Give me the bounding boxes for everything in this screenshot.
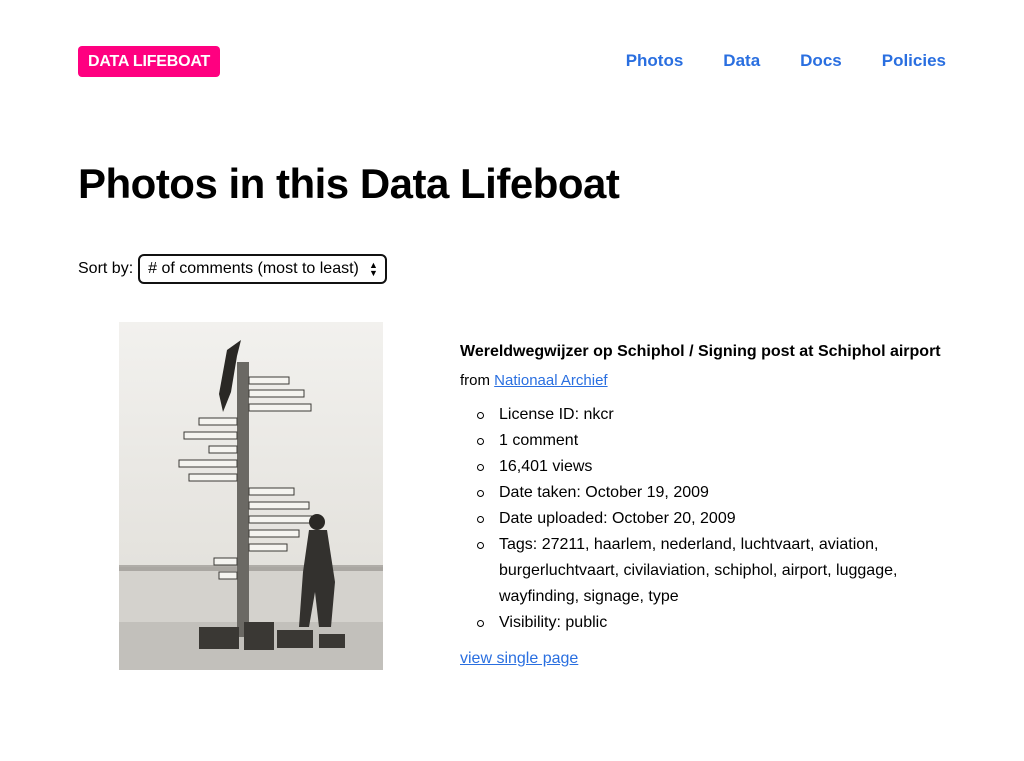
main-nav: Photos Data Docs Policies bbox=[626, 51, 946, 71]
logo-link[interactable]: DATA LIFEBOAT bbox=[78, 46, 221, 77]
comments-item: 1 comment bbox=[477, 428, 960, 454]
date-taken-item: Date taken: October 19, 2009 bbox=[477, 480, 960, 506]
date-uploaded-item: Date uploaded: October 20, 2009 bbox=[477, 506, 960, 532]
page: DATA LIFEBOAT Photos Data Docs Policies … bbox=[0, 0, 1024, 761]
sort-select[interactable]: # of comments (most to least) ▲ ▼ bbox=[138, 254, 387, 284]
views-item: 16,401 views bbox=[477, 454, 960, 480]
photo-metadata-list: License ID: nkcr 1 comment 16,401 views … bbox=[460, 402, 960, 636]
visibility-item: Visibility: public bbox=[477, 610, 960, 636]
nav-docs[interactable]: Docs bbox=[800, 51, 842, 71]
tags-item: Tags: 27211, haarlem, nederland, luchtva… bbox=[477, 532, 960, 610]
signpost-photo-image bbox=[119, 322, 383, 670]
sort-label: Sort by: bbox=[78, 260, 134, 277]
nav-data[interactable]: Data bbox=[723, 51, 760, 71]
photo-info: Wereldwegwijzer op Schiphol / Signing po… bbox=[460, 340, 960, 668]
nav-photos[interactable]: Photos bbox=[626, 51, 684, 71]
photo-title: Wereldwegwijzer op Schiphol / Signing po… bbox=[460, 343, 941, 360]
photo-source: from Nationaal Archief bbox=[460, 372, 960, 389]
photo-thumbnail[interactable] bbox=[119, 322, 383, 670]
view-single-page-link[interactable]: view single page bbox=[460, 650, 578, 668]
source-link[interactable]: Nationaal Archief bbox=[494, 372, 607, 389]
page-title: Photos in this Data Lifeboat bbox=[78, 160, 620, 207]
nav-policies[interactable]: Policies bbox=[882, 51, 946, 71]
source-prefix: from bbox=[460, 372, 490, 389]
updown-chevron-icon: ▲ ▼ bbox=[368, 260, 378, 278]
sort-control: Sort by: # of comments (most to least) ▲… bbox=[78, 254, 387, 284]
sort-selected-value: # of comments (most to least) bbox=[148, 260, 359, 277]
license-item: License ID: nkcr bbox=[477, 402, 960, 428]
